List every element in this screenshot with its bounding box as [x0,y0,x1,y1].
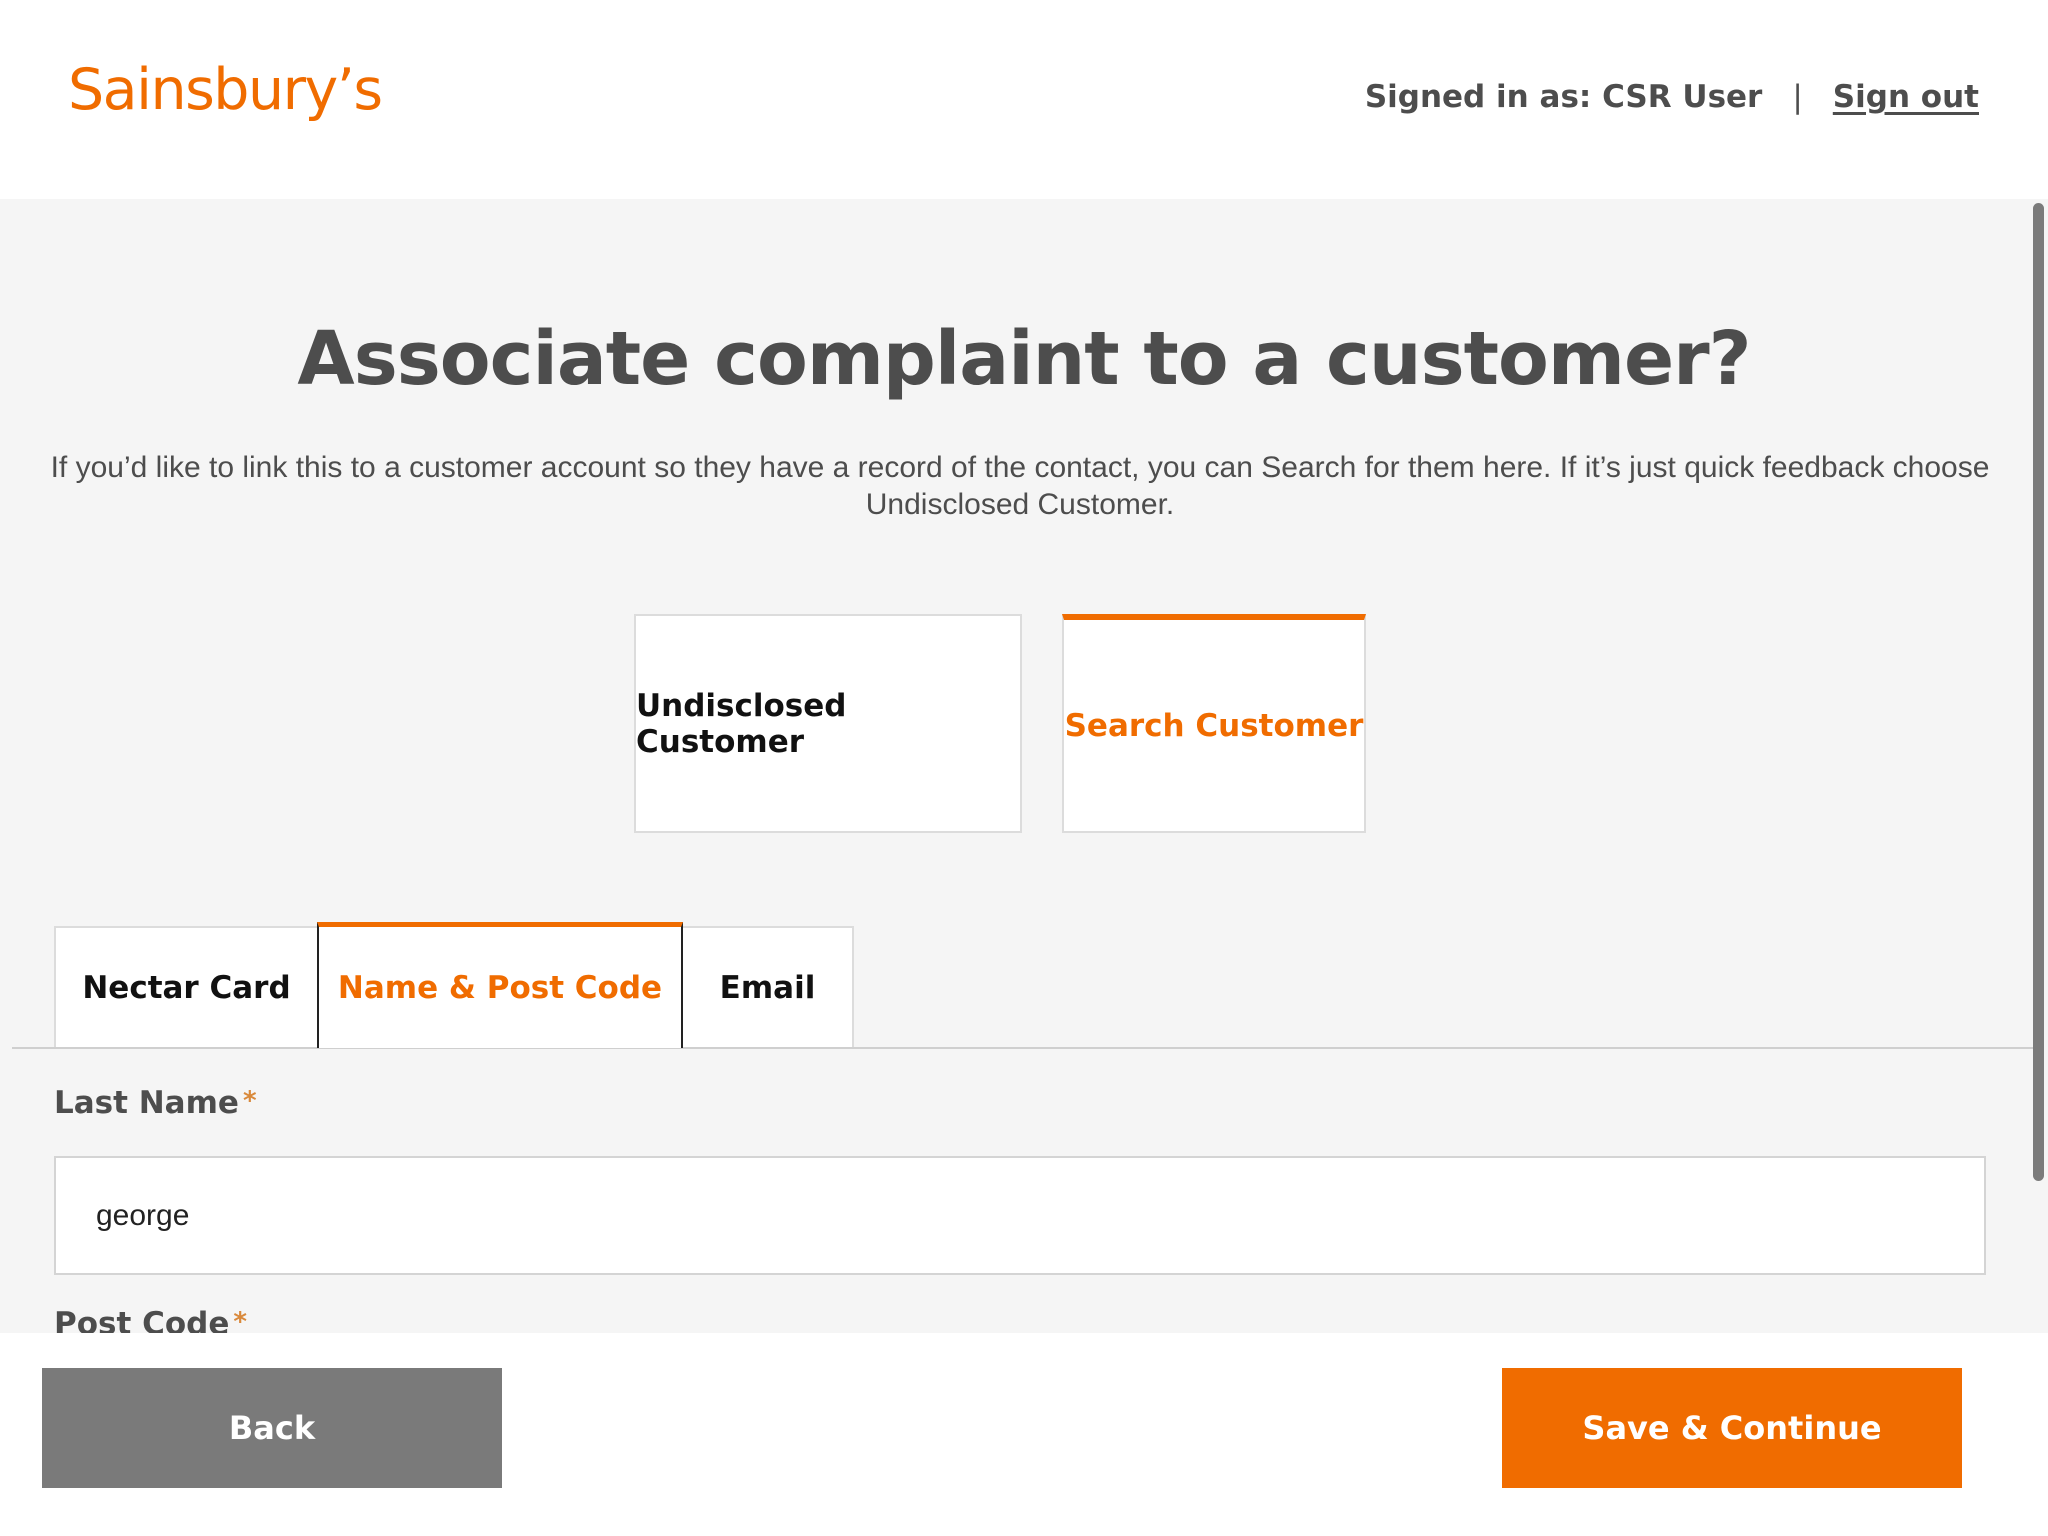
sign-out-link[interactable]: Sign out [1833,82,1979,113]
last-name-label-text: Last Name [54,1085,239,1121]
tab-nectar-card[interactable]: Nectar Card [54,926,319,1048]
required-asterisk: * [242,1086,257,1116]
main-content: Associate complaint to a customer? If yo… [0,199,2048,1333]
post-code-label: Post Code * [54,1306,247,1334]
header: Sainsbury’s Signed in as: CSR User | Sig… [0,0,2048,199]
user-separator: | [1792,79,1803,115]
tab-email[interactable]: Email [681,926,854,1048]
post-code-label-text: Post Code [54,1306,230,1334]
user-area: Signed in as: CSR User | Sign out [1365,82,1979,113]
footer-action-bar: Back Save & Continue [0,1333,2048,1536]
signed-in-label: Signed in as: CSR User [1364,79,1763,115]
intro-text: If you’d like to link this to a customer… [50,451,1990,521]
sainsburys-logo[interactable]: Sainsbury’s [68,62,383,119]
search-tabs: Nectar Card Name & Post Code Email [54,922,854,1048]
undisclosed-customer-option[interactable]: Undisclosed Customer [634,614,1022,833]
save-continue-button[interactable]: Save & Continue [1502,1368,1962,1488]
page-title: Associate complaint to a customer? [297,316,1751,402]
required-asterisk: * [233,1307,247,1333]
scrollbar-thumb[interactable] [2033,203,2044,1181]
last-name-label: Last Name * [54,1088,257,1119]
tab-name-post-code[interactable]: Name & Post Code [317,922,683,1048]
search-customer-option[interactable]: Search Customer [1062,614,1366,833]
last-name-input[interactable] [54,1156,1986,1275]
tabs-divider [12,1047,2036,1049]
back-button[interactable]: Back [42,1368,502,1488]
